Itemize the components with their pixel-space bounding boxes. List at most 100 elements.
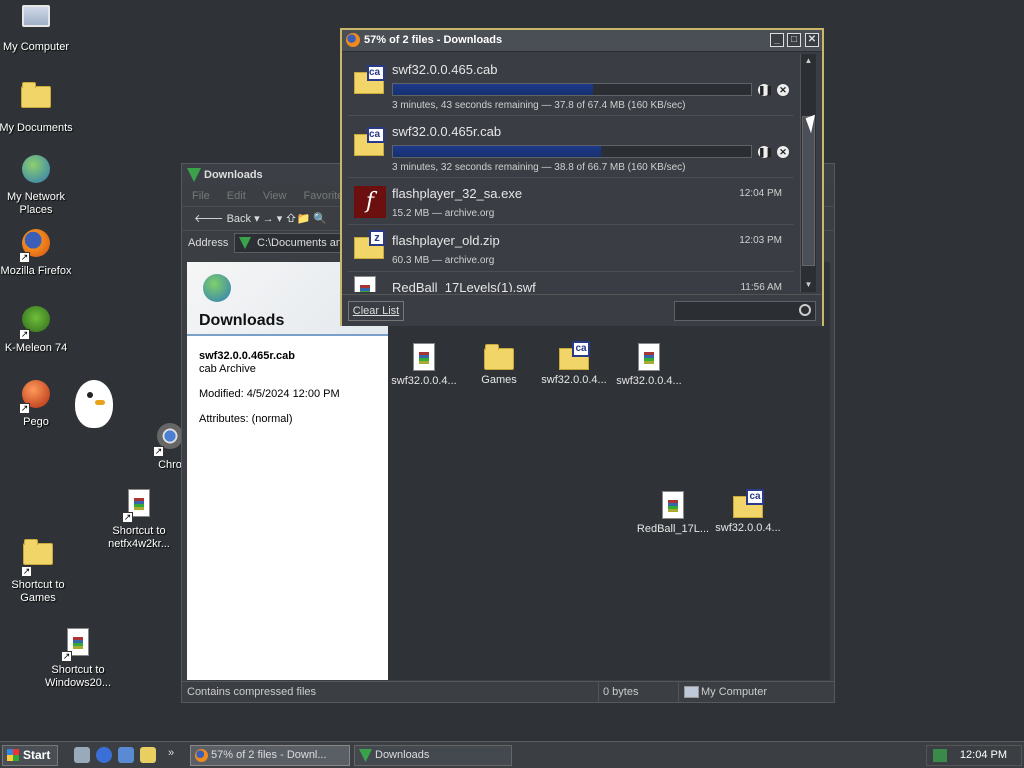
scroll-up-icon[interactable]: ▲ <box>801 54 816 68</box>
download-time: 12:04 PM <box>739 188 782 199</box>
desktop-icon-my-computer[interactable]: My Computer <box>0 2 74 54</box>
selected-file-type: cab Archive <box>199 363 256 375</box>
file-item[interactable]: RedBall_17L... <box>634 488 712 535</box>
swf-file-icon <box>638 343 660 371</box>
shortcut-arrow-icon: ↗ <box>21 566 32 577</box>
folder-icon <box>19 82 53 120</box>
download-item[interactable]: RedBall_17Levels(1).swf 11:56 AM <box>348 272 794 292</box>
tray-clock[interactable]: 12:04 PM <box>960 746 1007 765</box>
file-item[interactable]: Games <box>460 340 538 386</box>
minimize-button[interactable]: _ <box>770 33 784 47</box>
up-folder-icon[interactable]: ⇧📁 <box>285 213 313 225</box>
download-progress-bar <box>392 83 752 96</box>
desktop-icon-label: Shortcut to Windows20... <box>44 664 112 689</box>
file-label: Games <box>481 374 517 386</box>
clear-list-button[interactable]: Clear List <box>348 301 404 321</box>
downloads-footer: Clear List <box>342 294 822 326</box>
desktop-icon-windows-shortcut[interactable]: ↗ Shortcut to Windows20... <box>40 625 116 690</box>
pause-icon[interactable]: ❚❚ <box>758 146 773 158</box>
download-item[interactable]: z flashplayer_old.zip 12:03 PM 60.3 MB —… <box>348 225 794 272</box>
download-progress-bar <box>392 145 752 158</box>
quicklaunch-network-icon[interactable] <box>118 747 134 763</box>
zip-archive-icon: z <box>354 230 385 259</box>
menu-view[interactable]: View <box>263 190 287 202</box>
taskbar-button-downloads-progress[interactable]: 57% of 2 files - Downl... <box>190 745 350 766</box>
pause-icon[interactable]: ❚❚ <box>758 84 773 96</box>
downloads-search-input[interactable] <box>674 301 816 321</box>
download-meta: 15.2 MB — archive.org <box>392 208 495 219</box>
close-button[interactable]: ✕ <box>805 33 819 47</box>
downloads-arrow-icon <box>187 168 201 182</box>
status-size: 0 bytes <box>598 682 674 702</box>
desktop-icon-label: Shortcut to Games <box>11 579 65 604</box>
search-icon[interactable]: 🔍 <box>313 213 327 225</box>
quicklaunch-folder-icon[interactable] <box>140 747 156 763</box>
network-globe-icon <box>19 155 53 189</box>
download-name: flashplayer_32_sa.exe <box>392 186 523 201</box>
file-label: swf32.0.0.4... <box>616 375 682 387</box>
menu-edit[interactable]: Edit <box>227 190 246 202</box>
file-item[interactable]: swf32.0.0.4... <box>610 340 688 387</box>
menu-file[interactable]: File <box>192 190 210 202</box>
address-input[interactable]: C:\Documents an <box>234 233 344 253</box>
shortcut-arrow-icon: ↗ <box>19 252 30 263</box>
downloads-arrow-icon <box>359 749 372 762</box>
quicklaunch-overflow-icon[interactable]: » <box>168 747 174 759</box>
search-icon[interactable] <box>799 304 811 316</box>
downloads-title: 57% of 2 files - Downloads <box>364 34 503 46</box>
pego-icon: ↗ <box>19 380 53 414</box>
scrollbar-thumb[interactable] <box>802 116 815 266</box>
file-label: swf32.0.0.4... <box>541 374 607 386</box>
download-time: 12:03 PM <box>739 235 782 246</box>
taskbar-button-label: 57% of 2 files - Downl... <box>211 749 327 761</box>
desktop-icon-label: K-Meleon 74 <box>4 342 68 354</box>
explorer-title: Downloads <box>204 169 263 181</box>
quicklaunch-show-desktop-icon[interactable] <box>74 747 90 763</box>
downloads-titlebar[interactable]: 57% of 2 files - Downloads _ □ ✕ <box>342 30 822 52</box>
start-button[interactable]: Start <box>2 745 58 766</box>
desktop-icon-label: Shortcut to netfx4w2kr... <box>108 525 170 550</box>
folder-icon <box>484 344 514 370</box>
downloads-scrollbar[interactable]: ▲ ▼ <box>800 54 816 292</box>
tray-app-icon[interactable] <box>933 749 947 762</box>
desktop-icon-netfx-shortcut[interactable]: ↗ Shortcut to netfx4w2kr... <box>101 486 177 551</box>
swf-file-icon <box>354 276 376 292</box>
cancel-icon[interactable]: ✕ <box>777 146 789 158</box>
quicklaunch-firefox-icon[interactable] <box>96 747 112 763</box>
penguin-icon[interactable] <box>75 380 113 428</box>
chevron-down-icon[interactable]: ▾ <box>254 213 263 225</box>
downloads-window[interactable]: 57% of 2 files - Downloads _ □ ✕ ca swf3… <box>340 28 824 326</box>
cancel-icon[interactable]: ✕ <box>777 84 789 96</box>
download-meta: 3 minutes, 32 seconds remaining — 38.8 o… <box>392 162 686 173</box>
file-label: swf32.0.0.4... <box>391 375 457 387</box>
download-item[interactable]: ca swf32.0.0.465r.cab ❚❚ ✕ 3 minutes, 32… <box>348 116 794 178</box>
download-name: RedBall_17Levels(1).swf <box>392 280 536 292</box>
download-item[interactable]: ca swf32.0.0.465.cab ❚❚ ✕ 3 minutes, 43 … <box>348 54 794 116</box>
desktop-icon-pego[interactable]: ↗ Pego <box>0 377 74 429</box>
desktop-icon-kmeleon[interactable]: ↗ K-Meleon 74 <box>0 302 74 355</box>
desktop-icon-label: My Network Places <box>6 191 66 216</box>
desktop-icon-network-places[interactable]: My Network Places <box>0 152 74 217</box>
maximize-button[interactable]: □ <box>787 33 801 47</box>
download-item[interactable]: f flashplayer_32_sa.exe 12:04 PM 15.2 MB… <box>348 178 794 225</box>
selected-file-attributes: Attributes: (normal) <box>199 413 293 425</box>
file-item[interactable]: ca swf32.0.0.4... <box>535 340 613 386</box>
taskbar-button-label: Downloads <box>375 749 430 761</box>
download-time: 11:56 AM <box>740 282 782 292</box>
swf-file-icon <box>662 491 684 519</box>
cab-archive-icon: ca <box>354 127 385 156</box>
desktop-icon-firefox[interactable]: ↗ Mozilla Firefox <box>0 226 74 278</box>
shortcut-arrow-icon: ↗ <box>61 651 72 662</box>
file-item[interactable]: swf32.0.0.4... <box>385 340 463 387</box>
desktop-icon-my-documents[interactable]: My Documents <box>0 78 74 135</box>
forward-arrow-icon[interactable]: → ▾ <box>263 213 283 225</box>
flash-player-icon: f <box>354 186 386 218</box>
taskbar-button-explorer-downloads[interactable]: Downloads <box>354 745 512 766</box>
desktop-icon-games-shortcut[interactable]: ↗ Shortcut to Games <box>0 535 76 605</box>
swf-file-icon <box>413 343 435 371</box>
file-item[interactable]: ca swf32.0.0.4... <box>709 488 787 534</box>
back-button[interactable]: Back <box>227 213 251 225</box>
desktop-icon-label: Pego <box>23 416 49 428</box>
scroll-down-icon[interactable]: ▼ <box>801 278 816 292</box>
system-tray: 12:04 PM <box>926 745 1022 766</box>
